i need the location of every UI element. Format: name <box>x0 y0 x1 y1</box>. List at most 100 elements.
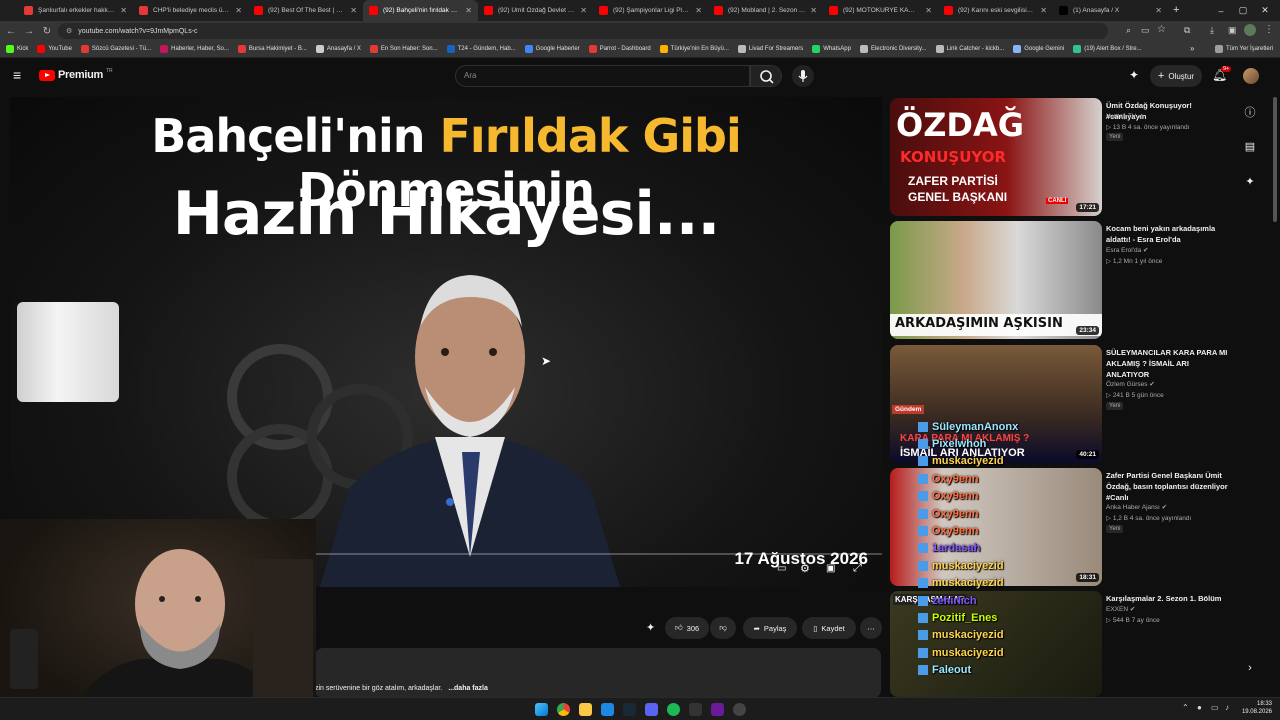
show-more-link[interactable]: ...daha fazla <box>448 685 488 692</box>
zoom-icon[interactable]: ⌕ <box>1126 25 1131 36</box>
tab-close-icon[interactable]: ✕ <box>695 6 702 15</box>
bookmark-item[interactable]: (19) Alert Box / Stre... <box>1073 45 1142 53</box>
bookmark-item[interactable]: Haberler, Haber, So... <box>160 45 229 53</box>
scrollbar-thumb[interactable] <box>1273 97 1277 222</box>
miniplayer-icon[interactable]: ▣ <box>826 563 835 574</box>
cast-icon[interactable]: ▭ <box>1141 25 1150 36</box>
youtube-logo[interactable]: Premium TR <box>39 68 113 81</box>
account-avatar[interactable] <box>1243 68 1259 84</box>
bookmark-item[interactable]: Google Haberler <box>524 45 580 53</box>
recommendation-title[interactable]: SÜLEYMANCILAR KARA PARA MI AKLAMIŞ ? İSM… <box>1106 347 1231 380</box>
browser-tab[interactable]: (92) Best Of The Best | Official ✕ <box>248 0 363 21</box>
recommendation-title[interactable]: Kocam beni yakın arkadaşımla aldattı! - … <box>1106 223 1231 245</box>
dislike-button[interactable]: 👎︎ <box>710 617 736 639</box>
bookmark-item[interactable]: Link Catcher - kickb... <box>935 45 1004 53</box>
download-icon[interactable]: ⤓ <box>1210 25 1214 36</box>
minimize-icon[interactable]: – <box>1210 6 1232 16</box>
browser-tab[interactable]: (92) Şampiyonlar Ligi Play Off ✕ <box>593 0 708 21</box>
bookmark-item[interactable]: Google Gemini <box>1013 45 1064 53</box>
extensions-icon[interactable]: ⧉ <box>1184 25 1190 36</box>
browser-tab[interactable]: (92) Bahçeli'nin fırıldak gibi dö ✕ <box>363 0 478 21</box>
channel-name[interactable]: Özlem Gürses ✔ <box>1106 380 1155 388</box>
chevron-right-icon[interactable]: › <box>1243 662 1257 676</box>
bookmark-item[interactable]: Parrot - Dashboard <box>588 45 651 53</box>
bookmarks-overflow-icon[interactable]: » <box>1190 44 1194 53</box>
video-player[interactable]: Bahçeli'nin Fırıldak Gibi Dönmesinin Haz… <box>10 97 882 587</box>
mic-tray-icon[interactable]: ● <box>1197 703 1202 712</box>
channel-name[interactable]: EXXEN ✔ <box>1106 605 1135 613</box>
browser-tab[interactable]: (92) Karını eski sevgilisine kar ✕ <box>938 0 1053 21</box>
bookmark-item[interactable]: Electronic Diversity... <box>859 45 927 53</box>
new-tab-icon[interactable]: + <box>1173 4 1179 16</box>
description-box[interactable]: zin serüvenine bir göz atalım, arkadaşla… <box>315 648 881 698</box>
recommendation-item[interactable]: ÖZDAĞ KONUŞUYOR ZAFER PARTİSİ GENEL BAŞK… <box>890 98 1230 216</box>
tab-close-icon[interactable]: ✕ <box>120 6 127 15</box>
reload-icon[interactable]: ↻ <box>38 26 56 37</box>
chrome-icon[interactable] <box>557 703 570 716</box>
browser-tab[interactable]: Şanlıurfalı erkekler hakkında v ✕ <box>18 0 133 21</box>
close-window-icon[interactable]: ✕ <box>1254 5 1276 16</box>
tab-close-icon[interactable]: ✕ <box>810 6 817 15</box>
bookmark-item[interactable]: T24 - Gündem, Hab... <box>446 45 516 53</box>
url-field[interactable]: ⚙ youtube.com/watch?v=9JmMpmQLs-c <box>58 23 1108 39</box>
tab-close-icon[interactable]: ✕ <box>465 6 472 15</box>
info-circle-icon[interactable]: ⓘ <box>1243 104 1257 119</box>
back-icon[interactable]: ← <box>2 26 20 37</box>
recommendation-thumbnail[interactable]: ARKADAŞIMIN AŞKISIN 23:34 <box>890 221 1102 339</box>
tray-chevron-icon[interactable]: ⌃ <box>1182 703 1189 712</box>
sparkle-icon[interactable]: ✦ <box>1243 175 1257 189</box>
tab-close-icon[interactable]: ✕ <box>925 6 932 15</box>
obs-icon[interactable] <box>733 703 746 716</box>
more-actions-button[interactable]: ⋯ <box>860 617 882 639</box>
tab-close-icon[interactable]: ✕ <box>1040 6 1047 15</box>
create-button[interactable]: + Oluştur <box>1150 65 1202 87</box>
bookmark-item[interactable]: Anasayfa / X <box>315 45 361 53</box>
tab-close-icon[interactable]: ✕ <box>580 6 587 15</box>
maximize-icon[interactable]: ▢ <box>1232 5 1254 16</box>
tab-close-icon[interactable]: ✕ <box>1155 6 1162 15</box>
site-info-icon[interactable]: ⚙ <box>66 27 72 35</box>
channel-name[interactable]: Esra Erol'da ✔ <box>1106 246 1148 254</box>
spotify-icon[interactable] <box>667 703 680 716</box>
forward-icon[interactable]: → <box>20 26 38 37</box>
bookmark-item[interactable]: Livad For Streamers <box>737 45 803 53</box>
tab-close-icon[interactable]: ✕ <box>235 6 242 15</box>
bookmark-item[interactable]: En Son Haber: Son... <box>369 45 438 53</box>
windows-start-icon[interactable] <box>535 703 548 716</box>
all-bookmarks-folder[interactable]: Tüm Yer İşaretleri <box>1215 45 1273 53</box>
channel-name[interactable]: Anka Haber Ajansı ✔ <box>1106 503 1167 511</box>
channel-name[interactable]: Yurttaş TV ✔ <box>1106 112 1144 120</box>
network-icon[interactable]: ▭ <box>1211 703 1219 712</box>
bookmark-item[interactable]: YouTube <box>37 45 72 53</box>
browser-tab[interactable]: CHP'li belediye meclis üyesi g ✕ <box>133 0 248 21</box>
bookmark-item[interactable]: Türkiye'nin En Büyü... <box>659 45 729 53</box>
bookmark-item[interactable]: WhatsApp <box>812 45 851 53</box>
browser-tab[interactable]: (92) Mobland | 2. Sezon Altya ✕ <box>708 0 823 21</box>
chrome-menu-icon[interactable]: ⋮ <box>1264 24 1274 35</box>
settings-gear-icon[interactable]: ⚙ <box>800 562 810 575</box>
search-button[interactable] <box>750 65 782 87</box>
app-icon[interactable] <box>601 703 614 716</box>
voice-search-button[interactable] <box>792 65 814 87</box>
profile-avatar[interactable] <box>1244 24 1256 36</box>
hamburger-menu-icon[interactable]: ≡ <box>13 67 21 83</box>
file-explorer-icon[interactable] <box>579 703 592 716</box>
bookmark-star-icon[interactable]: ☆ <box>1157 24 1166 35</box>
bookmark-item[interactable]: Sözcü Gazetesi - Tü... <box>80 45 151 53</box>
volume-icon[interactable]: ♪ <box>1225 703 1229 712</box>
bookmark-item[interactable]: Bursa Hakimiyet - B... <box>237 45 307 53</box>
game-controller-icon[interactable]: ✦ <box>1129 68 1139 82</box>
recommendation-item[interactable]: ARKADAŞIMIN AŞKISIN 23:34 Kocam beni yak… <box>890 221 1230 339</box>
recommendation-thumbnail[interactable]: ÖZDAĞ KONUŞUYOR ZAFER PARTİSİ GENEL BAŞK… <box>890 98 1102 216</box>
subtitles-icon[interactable]: ▭ <box>777 563 786 574</box>
browser-tab[interactable]: (1) Anasayfa / X ✕ <box>1053 0 1168 21</box>
tab-search-icon[interactable]: ▣ <box>1228 25 1237 36</box>
steam-icon[interactable] <box>623 703 636 716</box>
tab-close-icon[interactable]: ✕ <box>350 6 357 15</box>
chat-bubble-icon[interactable]: ▤ <box>1243 140 1257 154</box>
discord-icon[interactable] <box>645 703 658 716</box>
browser-tab[interactable]: (92) MOTOKURYE KAMERASI ✕ <box>823 0 938 21</box>
save-button[interactable]: ▯ Kaydet <box>802 617 856 639</box>
bookmark-item[interactable]: Kick <box>6 45 28 53</box>
recommendation-title[interactable]: Zafer Partisi Genel Başkanı Ümit Özdağ, … <box>1106 470 1231 503</box>
